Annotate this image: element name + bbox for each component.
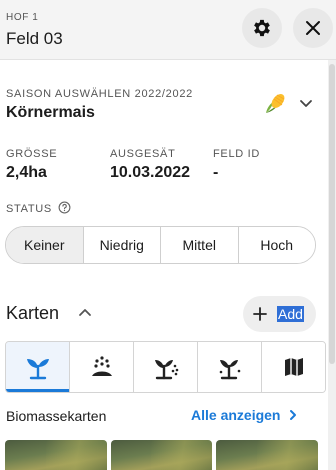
biomass-map-thumbnail[interactable]	[111, 440, 212, 470]
scrollbar-thumb[interactable]	[329, 64, 335, 364]
show-all-link[interactable]: Alle anzeigen	[191, 407, 298, 423]
add-map-button[interactable]: Add	[243, 296, 316, 332]
farm-name: HOF 1	[6, 12, 39, 23]
map-icon	[284, 358, 303, 376]
panel-header: HOF 1 Feld 03	[0, 0, 336, 60]
show-all-label: Alle anzeigen	[191, 407, 281, 423]
sown-value: 10.03.2022	[110, 164, 191, 181]
settings-button[interactable]	[242, 8, 282, 48]
gear-icon	[254, 19, 270, 37]
size-value: 2,4ha	[6, 164, 47, 181]
status-option-none[interactable]: Keiner	[6, 227, 83, 263]
add-map-label: Add	[277, 306, 304, 322]
chevron-down-icon[interactable]	[298, 97, 314, 111]
biomass-map-thumbnail[interactable]	[5, 440, 107, 470]
plant-fertilize-icon	[219, 360, 240, 380]
season-select-label: SAISON AUSWÄHLEN 2022/2022	[6, 88, 193, 100]
status-option-medium[interactable]: Mittel	[160, 227, 238, 263]
help-icon[interactable]	[58, 201, 71, 214]
map-type-tabs	[5, 341, 326, 393]
maps-section-title: Karten	[6, 303, 60, 323]
field-id-value: -	[213, 164, 219, 181]
biomass-map-thumbnail[interactable]	[216, 440, 318, 470]
plant-spray-icon	[154, 360, 178, 380]
chevron-up-icon[interactable]	[77, 306, 93, 318]
field-title: Feld 03	[6, 29, 63, 48]
close-button[interactable]	[293, 8, 333, 48]
map-tab-crop-protection[interactable]	[133, 342, 197, 392]
map-tab-fertilization[interactable]	[197, 342, 261, 392]
season-crop[interactable]: Körnermais	[6, 104, 95, 122]
close-icon	[306, 21, 320, 35]
field-id-label: FELD ID	[213, 148, 261, 160]
seeding-icon	[91, 356, 112, 376]
size-label: GRÖSSE	[6, 148, 58, 160]
map-tab-seeding[interactable]	[69, 342, 133, 392]
plus-icon	[253, 307, 267, 321]
biomass-maps-title: Biomassekarten	[6, 408, 107, 424]
field-detail-panel: HOF 1 Feld 03 SAISON AUSWÄHLEN 2022/2022…	[0, 0, 336, 470]
status-option-low[interactable]: Niedrig	[82, 227, 160, 263]
map-tab-field-map[interactable]	[261, 342, 325, 392]
status-label: STATUS	[6, 203, 52, 215]
status-option-high[interactable]: Hoch	[237, 227, 315, 263]
seedling-icon	[26, 359, 49, 380]
status-segmented-control: Keiner Niedrig Mittel Hoch	[5, 226, 316, 264]
chevron-right-icon	[290, 410, 297, 420]
sown-label: AUSGESÄT	[110, 148, 176, 160]
map-tab-biomass[interactable]	[6, 342, 69, 392]
corn-icon	[266, 94, 285, 113]
